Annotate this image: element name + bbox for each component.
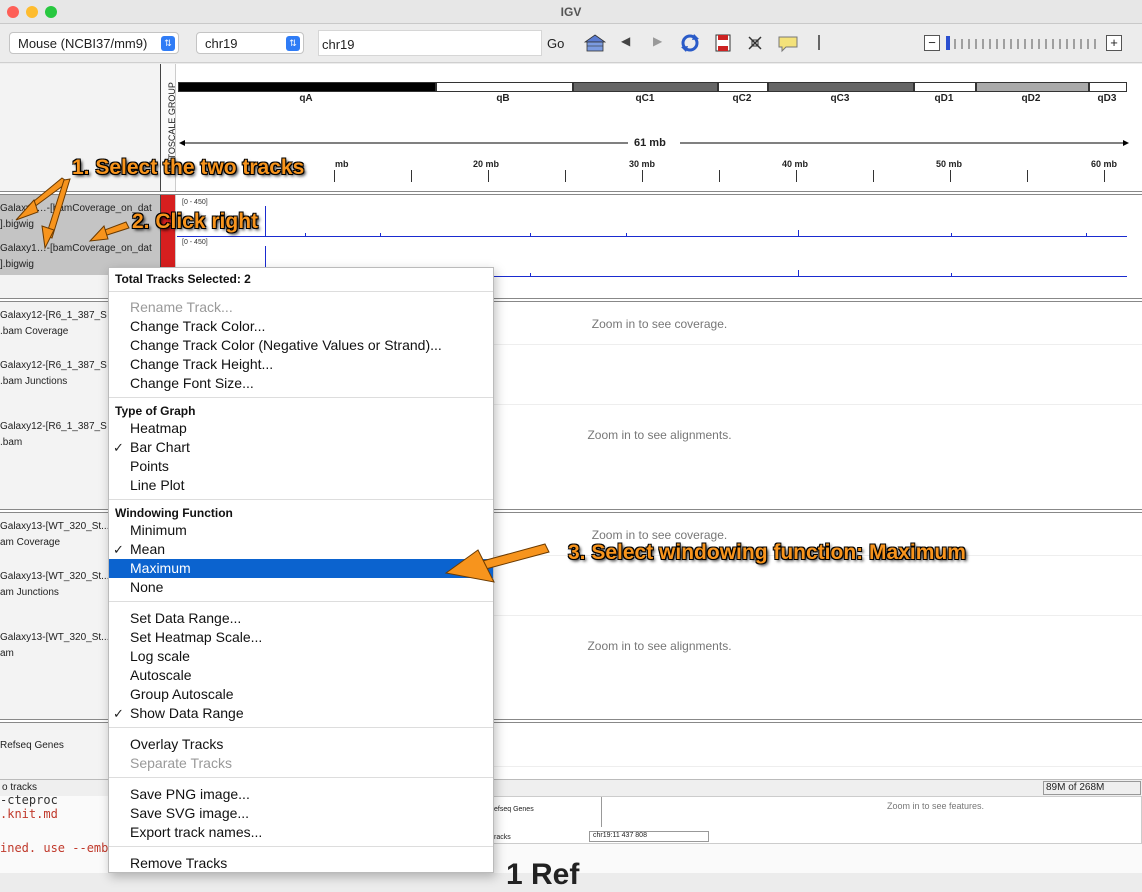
span-label: 61 mb	[634, 137, 666, 149]
coverage-bar	[626, 233, 627, 236]
coverage-bar	[798, 230, 799, 236]
back-icon[interactable]: ◀	[621, 34, 630, 48]
band-label-qC3: qC3	[830, 93, 850, 104]
menu-item-group-autoscale[interactable]: Group Autoscale	[130, 686, 234, 702]
memory-indicator[interactable]: 89M of 268M	[1043, 781, 1141, 795]
ruler-tick	[796, 170, 797, 182]
menu-item-show-data-range[interactable]: Show Data Range	[130, 705, 244, 721]
window-title: IGV	[560, 5, 582, 19]
genome-select-value: Mouse (NCBI37/mm9)	[18, 36, 148, 51]
background-zoom-message: Zoom in to see features.	[887, 801, 985, 811]
band-qC3	[768, 82, 914, 92]
background-refseq-label: efseq Genes	[494, 806, 534, 813]
band-label-qD1: qD1	[934, 93, 954, 104]
menu-item-overlay-tracks[interactable]: Overlay Tracks	[130, 736, 223, 752]
toolbar-divider	[818, 35, 820, 50]
band-qC2	[718, 82, 768, 92]
band-label-qC1: qC1	[635, 93, 655, 104]
ruler-tick-label: 60 mb	[1091, 159, 1118, 169]
band-qA	[178, 82, 436, 92]
menu-item-set-data-range[interactable]: Set Data Range...	[130, 610, 241, 626]
background-igv-window: efseq Genes Zoom in to see features. rac…	[488, 796, 1142, 844]
locus-input[interactable]: chr19	[318, 30, 542, 56]
menu-item-remove-tracks[interactable]: Remove Tracks	[130, 855, 227, 871]
background-heading: 1 Ref	[506, 858, 580, 891]
annotation-step-3: 3. Select windowing function: Maximum	[568, 541, 966, 564]
go-button[interactable]: Go	[547, 36, 564, 51]
ruler-tick-label: 50 mb	[936, 159, 963, 169]
coverage-bar	[798, 270, 799, 276]
menu-item-save-png[interactable]: Save PNG image...	[130, 786, 250, 802]
band-label-qD2: qD2	[1021, 93, 1041, 104]
home-icon[interactable]	[584, 33, 606, 53]
background-code-line: ined. use --embe	[0, 841, 116, 855]
menu-item-export-track-names[interactable]: Export track names...	[130, 824, 262, 840]
menu-item-autoscale[interactable]: Autoscale	[130, 667, 191, 683]
background-divider	[601, 797, 602, 827]
annotation-step-2: 2. Click right	[132, 210, 259, 233]
zoom-out-button[interactable]: −	[924, 35, 940, 51]
resize-to-window-icon[interactable]	[747, 35, 763, 51]
region-of-interest-icon[interactable]	[715, 34, 731, 52]
band-qD1	[914, 82, 976, 92]
ruler-tick-label: 40 mb	[782, 159, 809, 169]
chevron-updown-icon: ⇅	[286, 36, 300, 51]
background-locus-label: chr19:11 437 808	[589, 831, 709, 842]
band-qB	[436, 82, 573, 92]
toolbar: Mouse (NCBI37/mm9) ⇅ chr19 ⇅ chr19 Go ◀ …	[0, 25, 1142, 63]
menu-item-save-svg[interactable]: Save SVG image...	[130, 805, 249, 821]
coverage-bar	[1086, 233, 1087, 236]
ruler-tick	[642, 170, 643, 182]
ruler-tick	[1104, 170, 1105, 182]
ruler-tick	[950, 170, 951, 182]
band-label-qC2: qC2	[732, 93, 752, 104]
menu-separator	[109, 846, 493, 847]
menu-separator	[109, 727, 493, 728]
menu-item-log-scale[interactable]: Log scale	[130, 648, 190, 664]
coverage-bar	[951, 273, 952, 276]
zoom-slider[interactable]	[946, 35, 1104, 51]
refresh-icon[interactable]	[679, 33, 701, 53]
band-label-qB: qB	[496, 93, 510, 104]
chevron-updown-icon: ⇅	[161, 36, 175, 51]
ruler-tick	[1027, 170, 1028, 182]
band-label-qD3: qD3	[1097, 93, 1117, 104]
annotation-arrows	[15, 177, 550, 583]
ruler-tick	[565, 170, 566, 182]
genome-select[interactable]: Mouse (NCBI37/mm9) ⇅	[9, 32, 179, 54]
menu-item-separate-tracks: Separate Tracks	[130, 755, 232, 771]
title-bar: IGV	[0, 0, 1142, 24]
zoom-in-button[interactable]: +	[1106, 35, 1122, 51]
coverage-bar	[951, 233, 952, 236]
background-code-line: -cteproc	[0, 793, 58, 807]
chromosome-select[interactable]: chr19 ⇅	[196, 32, 304, 54]
ruler-tick	[719, 170, 720, 182]
popup-info-icon[interactable]	[777, 35, 799, 53]
ruler-tick	[873, 170, 874, 182]
band-qD3	[1089, 82, 1127, 92]
checkmark-icon: ✓	[113, 706, 124, 721]
chromosome-select-value: chr19	[205, 36, 238, 51]
background-code-line: .knit.md	[0, 807, 58, 821]
status-tracks: o tracks	[2, 782, 38, 793]
ruler-tick-label: 30 mb	[629, 159, 656, 169]
background-tracks-label: racks	[494, 834, 511, 841]
menu-separator	[109, 777, 493, 778]
forward-icon[interactable]: ▶	[653, 34, 662, 48]
menu-item-set-heatmap-scale[interactable]: Set Heatmap Scale...	[130, 629, 262, 645]
band-qD2	[976, 82, 1089, 92]
band-label-qA: qA	[299, 93, 313, 104]
band-qC1	[573, 82, 718, 92]
annotation-step-1: 1. Select the two tracks	[72, 156, 305, 179]
menu-separator	[109, 601, 493, 602]
